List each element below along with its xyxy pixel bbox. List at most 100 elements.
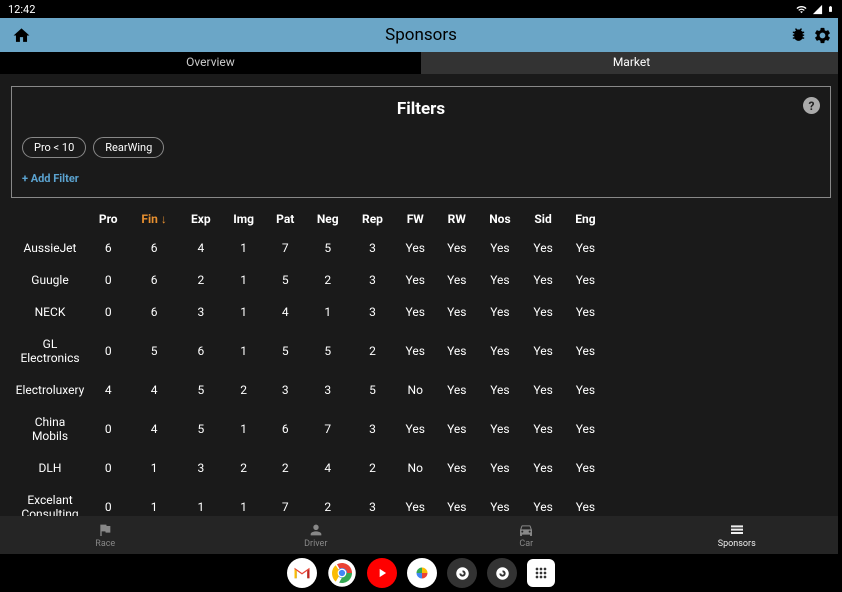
table-row[interactable]: GLElectronics0561552YesYesYesYesYes: [12, 328, 607, 374]
bottom-nav: Race Driver Car Sponsors: [0, 516, 842, 554]
tabs: Overview Market: [0, 52, 842, 74]
filter-chip-pro[interactable]: Pro < 10: [22, 137, 86, 158]
nav-sponsors[interactable]: Sponsors: [632, 516, 842, 554]
col-header-exp[interactable]: Exp: [180, 206, 222, 232]
cell: Yes: [564, 232, 607, 264]
person-icon: [308, 522, 324, 538]
chrome-icon[interactable]: [327, 558, 357, 588]
cell: 6: [88, 232, 128, 264]
cell: 5: [350, 374, 394, 406]
cell: Yes: [478, 232, 523, 264]
table-row[interactable]: Electroluxery4452335NoYesYesYesYes: [12, 374, 607, 406]
wifi-icon: [795, 4, 808, 15]
cell: 3: [180, 296, 222, 328]
cell: 0: [88, 328, 128, 374]
cell: 0: [88, 452, 128, 484]
tab-market[interactable]: Market: [421, 52, 842, 74]
table-row[interactable]: Guugle0621523YesYesYesYesYes: [12, 264, 607, 296]
cell: 0: [88, 296, 128, 328]
col-header-neg[interactable]: Neg: [305, 206, 350, 232]
cell: Yes: [522, 452, 564, 484]
cell: Yes: [564, 328, 607, 374]
cell: Yes: [478, 264, 523, 296]
table-row[interactable]: DLH0132242NoYesYesYesYes: [12, 452, 607, 484]
col-header-rw[interactable]: RW: [436, 206, 478, 232]
cell: 3: [350, 406, 394, 452]
cell: 2: [180, 264, 222, 296]
photos-icon[interactable]: [407, 558, 437, 588]
cell: Yes: [436, 406, 478, 452]
cell: Yes: [394, 232, 436, 264]
table-row[interactable]: AussieJet6641753YesYesYesYesYes: [12, 232, 607, 264]
cell: 5: [266, 264, 305, 296]
gmail-icon[interactable]: [287, 558, 317, 588]
cell: Yes: [564, 406, 607, 452]
bug-icon[interactable]: [790, 26, 807, 45]
filters-panel: Filters ? Pro < 10 RearWing + Add Filter: [11, 86, 831, 198]
app-icon-1[interactable]: [447, 558, 477, 588]
nav-car[interactable]: Car: [421, 516, 632, 554]
cell: 2: [350, 452, 394, 484]
cell: Yes: [478, 328, 523, 374]
col-header-eng[interactable]: Eng: [564, 206, 607, 232]
nav-label: Sponsors: [718, 539, 756, 549]
col-header-sid[interactable]: Sid: [522, 206, 564, 232]
col-header-img[interactable]: Img: [222, 206, 266, 232]
cell: Yes: [564, 374, 607, 406]
system-nav-bar: [0, 554, 842, 592]
cell: 3: [180, 452, 222, 484]
cell: 7: [305, 406, 350, 452]
tab-overview[interactable]: Overview: [0, 52, 421, 74]
signal-icon: [812, 4, 823, 15]
cell: Yes: [564, 452, 607, 484]
table-row[interactable]: ChinaMobils0451673YesYesYesYesYes: [12, 406, 607, 452]
cell: 1: [305, 296, 350, 328]
cell: Yes: [436, 452, 478, 484]
col-header-fw[interactable]: FW: [394, 206, 436, 232]
col-header-pro[interactable]: Pro: [88, 206, 128, 232]
status-time: 12:42: [8, 3, 35, 16]
cell: No: [394, 452, 436, 484]
cell: Yes: [522, 406, 564, 452]
cell: Yes: [478, 406, 523, 452]
cell: Yes: [522, 296, 564, 328]
col-header-fin[interactable]: Fin ↓: [128, 206, 179, 232]
nav-label: Race: [95, 539, 115, 549]
col-header-name[interactable]: [12, 206, 88, 232]
cell: 4: [128, 374, 179, 406]
cell: 1: [222, 406, 266, 452]
cell: Yes: [394, 296, 436, 328]
app-icon-2[interactable]: [487, 558, 517, 588]
flag-icon: [97, 522, 113, 538]
cell: 4: [305, 452, 350, 484]
cell: Yes: [478, 296, 523, 328]
table-row[interactable]: NECK0631413YesYesYesYesYes: [12, 296, 607, 328]
nav-race[interactable]: Race: [0, 516, 211, 554]
col-header-nos[interactable]: Nos: [478, 206, 523, 232]
cell: 1: [222, 328, 266, 374]
filter-chip-rearwing[interactable]: RearWing: [93, 137, 164, 158]
cell: 2: [350, 328, 394, 374]
side-band: [838, 0, 842, 592]
home-icon[interactable]: [12, 26, 31, 45]
nav-driver[interactable]: Driver: [211, 516, 422, 554]
cell: 1: [222, 232, 266, 264]
cell: 4: [88, 374, 128, 406]
col-header-rep[interactable]: Rep: [350, 206, 394, 232]
cell: 2: [266, 452, 305, 484]
sponsors-table: ProFin ↓ExpImgPatNegRepFWRWNosSidEng Auss…: [0, 206, 842, 530]
youtube-icon[interactable]: [367, 558, 397, 588]
col-header-pat[interactable]: Pat: [266, 206, 305, 232]
filters-title: Filters: [22, 99, 820, 119]
cell: No: [394, 374, 436, 406]
gear-icon[interactable]: [813, 26, 832, 45]
add-filter-button[interactable]: + Add Filter: [22, 172, 820, 185]
sponsor-name: Guugle: [12, 264, 88, 296]
filter-chips: Pro < 10 RearWing: [22, 137, 820, 158]
sponsor-name: AussieJet: [12, 232, 88, 264]
cell: Yes: [394, 328, 436, 374]
help-icon[interactable]: ?: [803, 97, 820, 114]
cell: Yes: [564, 296, 607, 328]
app-drawer-icon[interactable]: [527, 559, 555, 587]
cell: Yes: [436, 328, 478, 374]
